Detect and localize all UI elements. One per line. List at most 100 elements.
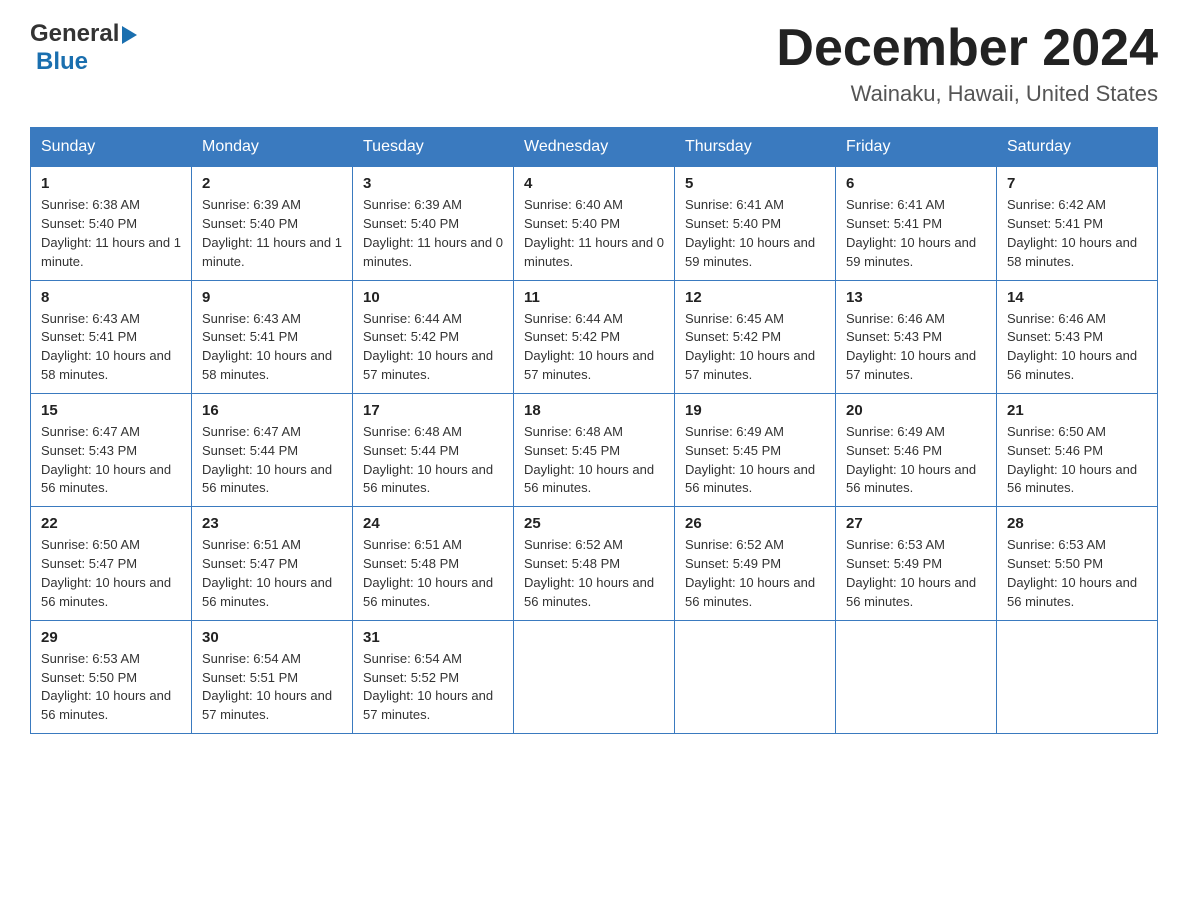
calendar-cell <box>997 620 1158 733</box>
calendar-cell: 18 Sunrise: 6:48 AMSunset: 5:45 PMDayligh… <box>514 393 675 506</box>
day-info: Sunrise: 6:43 AMSunset: 5:41 PMDaylight:… <box>41 310 181 385</box>
day-info: Sunrise: 6:48 AMSunset: 5:44 PMDaylight:… <box>363 423 503 498</box>
calendar-cell: 24 Sunrise: 6:51 AMSunset: 5:48 PMDayligh… <box>353 507 514 620</box>
day-info: Sunrise: 6:49 AMSunset: 5:45 PMDaylight:… <box>685 423 825 498</box>
month-title: December 2024 <box>776 20 1158 77</box>
day-number: 8 <box>41 289 181 306</box>
calendar-week-5: 29 Sunrise: 6:53 AMSunset: 5:50 PMDayligh… <box>31 620 1158 733</box>
day-number: 29 <box>41 629 181 646</box>
day-number: 7 <box>1007 175 1147 192</box>
weekday-header-wednesday: Wednesday <box>514 128 675 167</box>
day-info: Sunrise: 6:49 AMSunset: 5:46 PMDaylight:… <box>846 423 986 498</box>
day-info: Sunrise: 6:52 AMSunset: 5:48 PMDaylight:… <box>524 536 664 611</box>
weekday-header-tuesday: Tuesday <box>353 128 514 167</box>
day-info: Sunrise: 6:51 AMSunset: 5:47 PMDaylight:… <box>202 536 342 611</box>
weekday-header-monday: Monday <box>192 128 353 167</box>
day-number: 17 <box>363 402 503 419</box>
day-number: 30 <box>202 629 342 646</box>
day-info: Sunrise: 6:39 AMSunset: 5:40 PMDaylight:… <box>202 196 342 271</box>
calendar-cell: 29 Sunrise: 6:53 AMSunset: 5:50 PMDayligh… <box>31 620 192 733</box>
day-info: Sunrise: 6:53 AMSunset: 5:50 PMDaylight:… <box>41 650 181 725</box>
weekday-header-thursday: Thursday <box>675 128 836 167</box>
calendar-cell: 19 Sunrise: 6:49 AMSunset: 5:45 PMDayligh… <box>675 393 836 506</box>
day-info: Sunrise: 6:54 AMSunset: 5:52 PMDaylight:… <box>363 650 503 725</box>
day-number: 18 <box>524 402 664 419</box>
day-number: 25 <box>524 515 664 532</box>
calendar-cell: 27 Sunrise: 6:53 AMSunset: 5:49 PMDayligh… <box>836 507 997 620</box>
title-block: December 2024 Wainaku, Hawaii, United St… <box>776 20 1158 107</box>
day-number: 27 <box>846 515 986 532</box>
day-number: 19 <box>685 402 825 419</box>
day-info: Sunrise: 6:51 AMSunset: 5:48 PMDaylight:… <box>363 536 503 611</box>
calendar-cell: 4Sunrise: 6:40 AMSunset: 5:40 PMDaylight… <box>514 167 675 280</box>
calendar-cell: 2 Sunrise: 6:39 AMSunset: 5:40 PMDaylight… <box>192 167 353 280</box>
location-title: Wainaku, Hawaii, United States <box>776 81 1158 107</box>
day-number: 31 <box>363 629 503 646</box>
calendar-cell: 21Sunrise: 6:50 AMSunset: 5:46 PMDayligh… <box>997 393 1158 506</box>
calendar-week-1: 1 Sunrise: 6:38 AMSunset: 5:40 PMDaylight… <box>31 167 1158 280</box>
calendar-cell <box>836 620 997 733</box>
weekday-header-saturday: Saturday <box>997 128 1158 167</box>
day-number: 13 <box>846 289 986 306</box>
day-number: 22 <box>41 515 181 532</box>
day-number: 2 <box>202 175 342 192</box>
day-number: 5 <box>685 175 825 192</box>
logo-blue-text: Blue <box>36 48 88 76</box>
calendar-cell: 31 Sunrise: 6:54 AMSunset: 5:52 PMDayligh… <box>353 620 514 733</box>
day-number: 1 <box>41 175 181 192</box>
calendar-cell: 17 Sunrise: 6:48 AMSunset: 5:44 PMDayligh… <box>353 393 514 506</box>
calendar-week-3: 15Sunrise: 6:47 AMSunset: 5:43 PMDayligh… <box>31 393 1158 506</box>
calendar-cell: 6Sunrise: 6:41 AMSunset: 5:41 PMDaylight… <box>836 167 997 280</box>
calendar-cell <box>514 620 675 733</box>
calendar-cell: 3 Sunrise: 6:39 AMSunset: 5:40 PMDaylight… <box>353 167 514 280</box>
day-info: Sunrise: 6:50 AMSunset: 5:46 PMDaylight:… <box>1007 423 1147 498</box>
day-number: 10 <box>363 289 503 306</box>
calendar-week-4: 22 Sunrise: 6:50 AMSunset: 5:47 PMDayligh… <box>31 507 1158 620</box>
calendar-cell: 15Sunrise: 6:47 AMSunset: 5:43 PMDayligh… <box>31 393 192 506</box>
calendar-cell: 22 Sunrise: 6:50 AMSunset: 5:47 PMDayligh… <box>31 507 192 620</box>
day-number: 3 <box>363 175 503 192</box>
day-info: Sunrise: 6:42 AMSunset: 5:41 PMDaylight:… <box>1007 196 1147 271</box>
day-info: Sunrise: 6:48 AMSunset: 5:45 PMDaylight:… <box>524 423 664 498</box>
day-number: 26 <box>685 515 825 532</box>
day-info: Sunrise: 6:41 AMSunset: 5:40 PMDaylight:… <box>685 196 825 271</box>
calendar-cell: 23 Sunrise: 6:51 AMSunset: 5:47 PMDayligh… <box>192 507 353 620</box>
logo-arrow-icon <box>122 26 137 44</box>
day-number: 28 <box>1007 515 1147 532</box>
day-number: 16 <box>202 402 342 419</box>
calendar-cell: 28 Sunrise: 6:53 AMSunset: 5:50 PMDayligh… <box>997 507 1158 620</box>
day-number: 20 <box>846 402 986 419</box>
day-info: Sunrise: 6:46 AMSunset: 5:43 PMDaylight:… <box>1007 310 1147 385</box>
weekday-header-friday: Friday <box>836 128 997 167</box>
day-number: 9 <box>202 289 342 306</box>
day-info: Sunrise: 6:53 AMSunset: 5:49 PMDaylight:… <box>846 536 986 611</box>
day-info: Sunrise: 6:44 AMSunset: 5:42 PMDaylight:… <box>363 310 503 385</box>
calendar-cell <box>675 620 836 733</box>
day-info: Sunrise: 6:50 AMSunset: 5:47 PMDaylight:… <box>41 536 181 611</box>
day-info: Sunrise: 6:38 AMSunset: 5:40 PMDaylight:… <box>41 196 181 271</box>
logo-general-text: General <box>30 20 119 48</box>
calendar-cell: 7 Sunrise: 6:42 AMSunset: 5:41 PMDaylight… <box>997 167 1158 280</box>
day-number: 11 <box>524 289 664 306</box>
calendar-cell: 8 Sunrise: 6:43 AMSunset: 5:41 PMDaylight… <box>31 280 192 393</box>
day-number: 23 <box>202 515 342 532</box>
calendar-cell: 16Sunrise: 6:47 AMSunset: 5:44 PMDayligh… <box>192 393 353 506</box>
calendar-cell: 5 Sunrise: 6:41 AMSunset: 5:40 PMDaylight… <box>675 167 836 280</box>
calendar-header-row: SundayMondayTuesdayWednesdayThursdayFrid… <box>31 128 1158 167</box>
day-info: Sunrise: 6:39 AMSunset: 5:40 PMDaylight:… <box>363 196 503 271</box>
logo: General Blue <box>30 20 137 76</box>
calendar-cell: 30 Sunrise: 6:54 AMSunset: 5:51 PMDayligh… <box>192 620 353 733</box>
calendar-cell: 25 Sunrise: 6:52 AMSunset: 5:48 PMDayligh… <box>514 507 675 620</box>
calendar-cell: 12 Sunrise: 6:45 AMSunset: 5:42 PMDayligh… <box>675 280 836 393</box>
day-number: 4 <box>524 175 664 192</box>
day-info: Sunrise: 6:47 AMSunset: 5:43 PMDaylight:… <box>41 423 181 498</box>
calendar-cell: 11Sunrise: 6:44 AMSunset: 5:42 PMDayligh… <box>514 280 675 393</box>
calendar-cell: 20 Sunrise: 6:49 AMSunset: 5:46 PMDayligh… <box>836 393 997 506</box>
day-number: 24 <box>363 515 503 532</box>
calendar-table: SundayMondayTuesdayWednesdayThursdayFrid… <box>30 127 1158 734</box>
calendar-cell: 14Sunrise: 6:46 AMSunset: 5:43 PMDayligh… <box>997 280 1158 393</box>
day-info: Sunrise: 6:53 AMSunset: 5:50 PMDaylight:… <box>1007 536 1147 611</box>
day-info: Sunrise: 6:54 AMSunset: 5:51 PMDaylight:… <box>202 650 342 725</box>
day-info: Sunrise: 6:45 AMSunset: 5:42 PMDaylight:… <box>685 310 825 385</box>
day-number: 12 <box>685 289 825 306</box>
